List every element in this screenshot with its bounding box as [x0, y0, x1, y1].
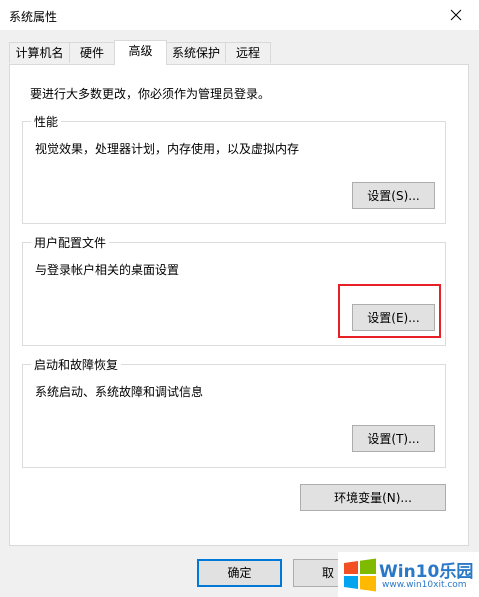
- watermark-logo: Win10乐园 www.win10xit.com: [338, 552, 479, 597]
- startup-recovery-group: 启动和故障恢复 系统启动、系统故障和调试信息 设置(T)...: [22, 356, 446, 468]
- tab-computer-name[interactable]: 计算机名: [9, 42, 70, 63]
- performance-description: 视觉效果，处理器计划，内存使用，以及虚拟内存: [35, 142, 300, 156]
- close-button[interactable]: [433, 0, 479, 30]
- watermark-brand: Win10乐园: [379, 562, 474, 582]
- performance-group: 性能 视觉效果，处理器计划，内存使用，以及虚拟内存 设置(S)...: [22, 113, 446, 224]
- tab-remote[interactable]: 远程: [225, 42, 271, 63]
- performance-group-title: 性能: [31, 113, 62, 130]
- highlight-box: [338, 284, 441, 338]
- startup-recovery-group-title: 启动和故障恢复: [31, 356, 122, 373]
- watermark-url: www.win10xit.com: [382, 580, 467, 590]
- windows-logo-icon: [344, 558, 376, 592]
- ok-button[interactable]: 确定: [197, 559, 282, 587]
- admin-notice: 要进行大多数更改，你必须作为管理员登录。: [30, 87, 271, 101]
- tab-system-protection[interactable]: 系统保护: [166, 42, 226, 63]
- startup-recovery-settings-button[interactable]: 设置(T)...: [352, 425, 435, 452]
- tab-hardware[interactable]: 硬件: [69, 42, 115, 63]
- window-title: 系统属性: [9, 10, 58, 24]
- environment-variables-button[interactable]: 环境变量(N)...: [300, 484, 446, 511]
- tab-advanced[interactable]: 高级: [114, 40, 167, 65]
- performance-settings-button[interactable]: 设置(S)...: [352, 182, 435, 209]
- close-icon: [450, 9, 462, 21]
- title-bar: 系统属性: [0, 0, 479, 30]
- user-profiles-group-title: 用户配置文件: [31, 234, 110, 251]
- startup-recovery-description: 系统启动、系统故障和调试信息: [35, 385, 204, 399]
- user-profiles-description: 与登录帐户相关的桌面设置: [35, 263, 180, 277]
